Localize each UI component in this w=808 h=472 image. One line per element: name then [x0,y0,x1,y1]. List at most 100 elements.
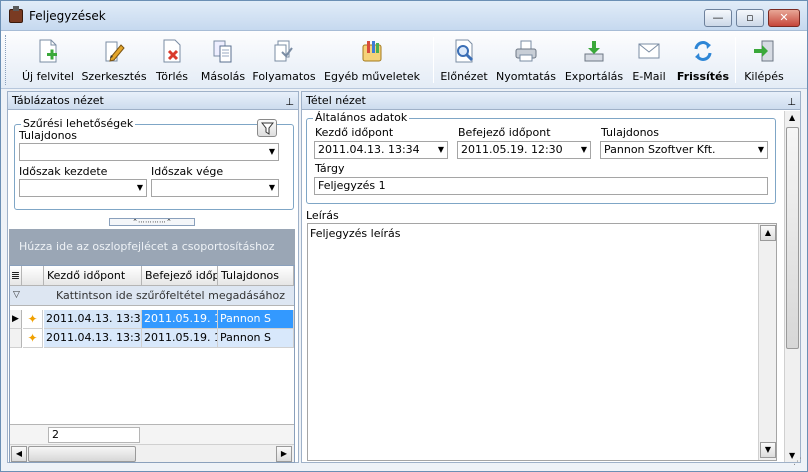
table-row[interactable]: ✦ 2011.04.13. 13:34 2011.05.19. 12:30 Pa… [10,329,294,348]
copy-icon [212,39,234,63]
toolbar-separator [433,37,434,83]
email-button[interactable]: E-Mail [627,33,671,87]
table-row[interactable]: ▶ ✦ 2011.04.13. 13:34 2011.05.19. 12:30 … [10,310,294,329]
scroll-up-icon[interactable]: ▲ [760,225,776,241]
cell-end[interactable]: 2011.05.19. 12:30 [142,329,218,348]
title-bar: Feljegyzések — ▫ ✕ [1,1,807,31]
end-time-value: 2011.05.19. 12:30 [461,143,563,156]
edit-label: Szerkesztés [81,70,147,83]
copy-button[interactable]: Másolás [197,33,249,87]
export-label: Exportálás [564,70,624,83]
new-record-button[interactable]: Új felvitel [15,33,81,87]
refresh-icon [692,39,714,63]
other-operations-button[interactable]: Egyéb műveletek [323,33,421,87]
item-view-vertical-scrollbar[interactable]: ▲ ▼ [784,111,800,462]
exit-button[interactable]: Kilépés [741,33,787,87]
scrollbar-thumb[interactable] [28,446,136,462]
cell-start[interactable]: 2011.04.13. 13:34 [44,329,142,348]
cell-start[interactable]: 2011.04.13. 13:34 [44,310,142,329]
column-header-start[interactable]: Kezdő időpont [44,266,142,286]
data-grid: ≣ Kezdő időpont Befejező időpont Tulajdo… [9,265,295,463]
resize-grip-icon[interactable]: ⋰ [793,457,805,469]
description-label: Leírás [306,209,339,222]
chevron-down-icon: ▼ [580,145,587,154]
chevron-down-icon: ▼ [268,147,275,156]
description-text: Feljegyzés leírás [310,227,401,240]
column-header-owner[interactable]: Tulajdonos [218,266,294,286]
chevron-down-icon: ▼ [136,183,143,192]
export-button[interactable]: Exportálás [563,33,625,87]
pin-icon[interactable]: ⊥ [787,94,796,111]
toolbar-grip[interactable] [5,35,8,85]
filter-splitter[interactable]: ⌃⋯⋯⋯⋯⌃ [109,218,195,226]
filter-groupbox: Szűrési lehetőségek Tulajdonos ▼ Időszak… [14,117,294,210]
table-view-title: Táblázatos nézet [12,94,104,107]
exit-icon [753,39,775,63]
scroll-right-icon[interactable]: ▶ [276,446,292,462]
print-button[interactable]: Nyomtatás [495,33,557,87]
general-data-groupbox: Általános adatok Kezdő időpont 2011.04.1… [306,111,776,204]
period-end-select[interactable]: ▼ [151,179,279,197]
other-operations-label: Egyéb műveletek [324,70,420,83]
exit-label: Kilépés [744,70,784,83]
record-count: 2 [48,427,140,443]
chevron-down-icon: ▼ [437,145,444,154]
window-title: Feljegyzések [29,9,106,23]
grid-horizontal-scrollbar[interactable]: ◀ ▶ [10,444,294,462]
copy-label: Másolás [200,70,246,83]
preview-label: Előnézet [440,70,488,83]
column-header-end[interactable]: Befejező időpont [142,266,218,286]
funnel-icon [261,122,274,135]
scrollbar-thumb[interactable] [786,127,799,349]
minimize-button[interactable]: — [704,9,732,27]
owner-filter-select[interactable]: ▼ [19,143,279,161]
new-record-label: Új felvitel [21,70,74,83]
item-view-header: Tétel nézet ⊥ [302,92,800,110]
end-time-select[interactable]: 2011.05.19. 12:30 ▼ [457,141,591,159]
scroll-down-icon[interactable]: ▼ [760,442,776,458]
grid-filter-hint: Kattintson ide szűrőfeltétel megadásához [56,289,285,302]
subject-label: Tárgy [315,162,345,175]
delete-document-icon [161,39,183,63]
subject-input[interactable]: Feljegyzés 1 [314,177,768,195]
end-time-label: Befejező időpont [458,126,551,139]
export-icon [583,39,605,63]
cell-owner[interactable]: Pannon S [218,329,294,348]
print-label: Nyomtatás [495,70,557,83]
group-by-hint[interactable]: Húzza ide az oszlopfejlécet a csoportosí… [9,229,295,265]
start-time-select[interactable]: 2011.04.13. 13:34 ▼ [314,141,448,159]
refresh-button[interactable]: Frissítés [675,33,731,87]
chevron-down-icon: ▼ [757,145,764,154]
print-icon [515,39,537,63]
row-state-column-header [22,266,44,286]
grid-filter-row[interactable]: ▽ Kattintson ide szűrőfeltétel megadásáh… [10,286,294,306]
description-vertical-scrollbar[interactable]: ▲ ▼ [758,224,776,460]
cell-end[interactable]: 2011.05.19. 12:30 [142,310,218,329]
preview-button[interactable]: Előnézet [439,33,489,87]
period-start-select[interactable]: ▼ [19,179,147,197]
email-label: E-Mail [632,70,666,83]
start-time-label: Kezdő időpont [315,126,394,139]
continuous-button[interactable]: Folyamatos [251,33,317,87]
toolbar-separator [735,37,736,83]
other-operations-icon [361,39,383,63]
maximize-button[interactable]: ▫ [736,9,764,27]
column-chooser-icon[interactable]: ≣ [10,266,22,286]
chevron-down-icon: ▼ [268,183,275,192]
cell-owner[interactable]: Pannon S [218,310,294,329]
close-button[interactable]: ✕ [768,9,800,27]
start-time-value: 2011.04.13. 13:34 [318,143,420,156]
continuous-label: Folyamatos [252,70,316,83]
table-view-header: Táblázatos nézet ⊥ [8,92,298,110]
owner-select[interactable]: Pannon Szoftver Kft. ▼ [600,141,768,159]
app-logo-icon [9,6,23,23]
pin-icon[interactable]: ⊥ [285,94,294,111]
description-textarea[interactable]: Feljegyzés leírás ▲ ▼ [307,223,777,461]
scroll-left-icon[interactable]: ◀ [11,446,27,462]
funnel-icon: ▽ [13,290,20,300]
edit-button[interactable]: Szerkesztés [81,33,147,87]
delete-button[interactable]: Törlés [149,33,195,87]
scroll-up-icon[interactable]: ▲ [789,113,795,122]
filter-button[interactable] [257,119,277,137]
item-view-title: Tétel nézet [306,94,366,107]
